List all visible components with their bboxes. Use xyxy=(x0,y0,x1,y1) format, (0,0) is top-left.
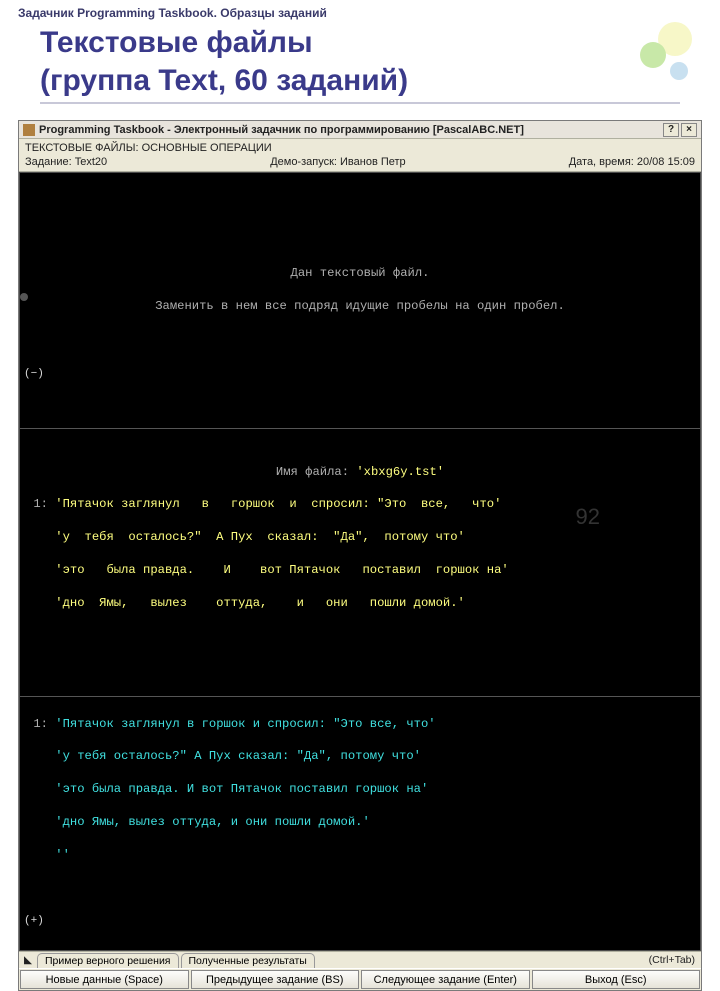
filename-prefix: Имя файла: xyxy=(276,465,356,479)
bottom-buttons: Новые данные (Space) Предыдущее задание … xyxy=(19,968,701,990)
page-number: 92 xyxy=(576,504,600,530)
page-title: Текстовые файлы (группа Text, 60 заданий… xyxy=(40,24,408,99)
output-line: 1: 'Пятачок заглянул в горшок и спросил:… xyxy=(26,716,694,732)
input-line: 'у тебя осталось?" А Пух сказал: "Да", п… xyxy=(26,529,694,545)
task-info-bar: ТЕКСТОВЫЕ ФАЙЛЫ: ОСНОВНЫЕ ОПЕРАЦИИ Задан… xyxy=(19,139,701,172)
tabs-corner-icon: ◣ xyxy=(19,954,37,966)
page-title-line1: Текстовые файлы xyxy=(40,26,313,59)
filename-value: 'xbxg6y.tst' xyxy=(356,465,444,479)
problem-line2: Заменить в нем все подряд идущие пробелы… xyxy=(155,299,565,313)
next-task-button[interactable]: Следующее задание (Enter) xyxy=(361,970,530,989)
terminal-area: Дан текстовый файл. Заменить в нем все п… xyxy=(19,172,701,951)
problem-line1: Дан текстовый файл. xyxy=(291,266,430,280)
output-line: '' xyxy=(26,847,694,863)
result-tabs: ◣ Пример верного решения Полученные резу… xyxy=(19,951,701,968)
breadcrumb: Задачник Programming Taskbook. Образцы з… xyxy=(18,6,327,20)
tab-correct-example[interactable]: Пример верного решения xyxy=(37,953,179,968)
input-block: Имя файла: 'xbxg6y.tst' 1: 'Пятачок загл… xyxy=(20,428,700,647)
task-category: ТЕКСТОВЫЕ ФАЙЛЫ: ОСНОВНЫЕ ОПЕРАЦИИ xyxy=(25,142,695,154)
slide-bullet-icon xyxy=(20,293,28,301)
taskbook-window: Programming Taskbook - Электронный задач… xyxy=(18,120,702,991)
filename-line: Имя файла: 'xbxg6y.tst' xyxy=(26,464,694,480)
tabs-hint: (Ctrl+Tab) xyxy=(649,954,701,966)
task-datetime: Дата, время: 20/08 15:09 xyxy=(569,156,695,168)
prev-task-button[interactable]: Предыдущее задание (BS) xyxy=(191,970,360,989)
input-line: 'дно Ямы, вылез оттуда, и они пошли домо… xyxy=(26,595,694,611)
tab-results[interactable]: Полученные результаты xyxy=(181,953,315,968)
window-title: Programming Taskbook - Электронный задач… xyxy=(39,124,524,136)
task-id: Задание: Text20 xyxy=(25,156,107,168)
problem-statement: Дан текстовый файл. Заменить в нем все п… xyxy=(20,243,700,329)
input-line: 'это была правда. И вот Пятачок поставил… xyxy=(26,562,694,578)
new-data-button[interactable]: Новые данные (Space) xyxy=(20,970,189,989)
output-line: 'это была правда. И вот Пятачок поставил… xyxy=(26,781,694,797)
help-button[interactable]: ? xyxy=(663,123,679,137)
output-line: 'дно Ямы, вылез оттуда, и они пошли домо… xyxy=(26,814,694,830)
page-title-line2: (группа Text, 60 заданий) xyxy=(40,64,408,97)
window-titlebar: Programming Taskbook - Электронный задач… xyxy=(19,121,701,139)
decorative-dots xyxy=(632,18,702,88)
app-icon xyxy=(23,124,35,136)
expand-plus-icon[interactable]: (+) xyxy=(24,914,44,929)
output-block: 1: 'Пятачок заглянул в горшок и спросил:… xyxy=(20,696,700,915)
collapse-minus-icon[interactable]: (−) xyxy=(24,367,44,382)
title-underline xyxy=(40,102,680,104)
demo-user: Демо-запуск: Иванов Петр xyxy=(270,156,405,168)
output-line: 'у тебя осталось?" А Пух сказал: "Да", п… xyxy=(26,748,694,764)
exit-button[interactable]: Выход (Esc) xyxy=(532,970,701,989)
close-button[interactable]: × xyxy=(681,123,697,137)
